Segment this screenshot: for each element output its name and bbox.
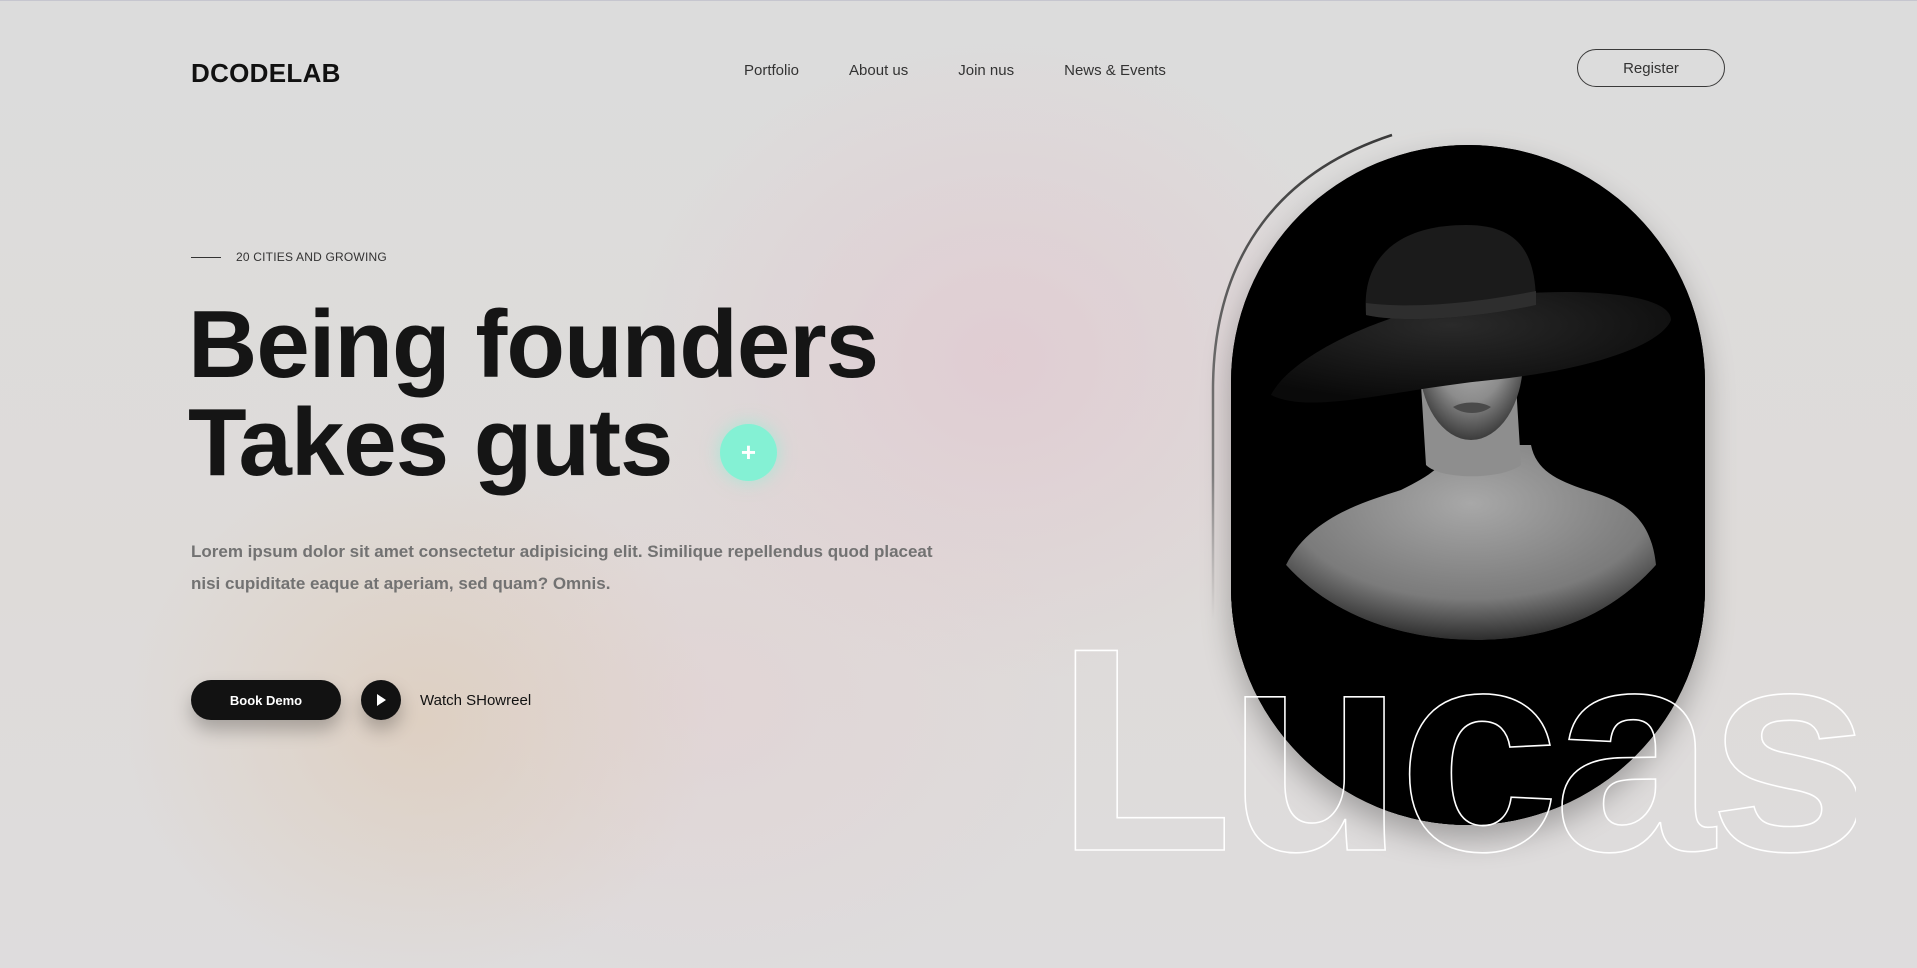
logo[interactable]: DCODELAB [191, 58, 341, 89]
register-button[interactable]: Register [1577, 49, 1725, 87]
nav-item-about-us[interactable]: About us [849, 62, 908, 79]
eyebrow: 20 CITIES AND GROWING [191, 250, 387, 264]
plus-icon[interactable]: + [720, 424, 777, 481]
outline-name-text: Lucas [1056, 600, 1856, 860]
eyebrow-text: 20 CITIES AND GROWING [236, 250, 387, 264]
play-button[interactable] [361, 680, 401, 720]
nav-item-portfolio[interactable]: Portfolio [744, 62, 799, 79]
outline-name-label: Lucas [1056, 600, 1856, 860]
main-nav: Portfolio About us Join nus News & Event… [744, 62, 1166, 79]
eyebrow-line [191, 256, 221, 258]
headline-line-1: Being founders [188, 291, 879, 398]
hero-description: Lorem ipsum dolor sit amet consectetur a… [191, 542, 933, 593]
nav-item-news-events[interactable]: News & Events [1064, 62, 1166, 79]
nav-item-join-us[interactable]: Join nus [958, 62, 1014, 79]
play-icon [377, 694, 386, 706]
watch-showreel-link[interactable]: Watch SHowreel [420, 692, 531, 709]
book-demo-button[interactable]: Book Demo [191, 680, 341, 720]
top-border [0, 0, 1917, 1]
